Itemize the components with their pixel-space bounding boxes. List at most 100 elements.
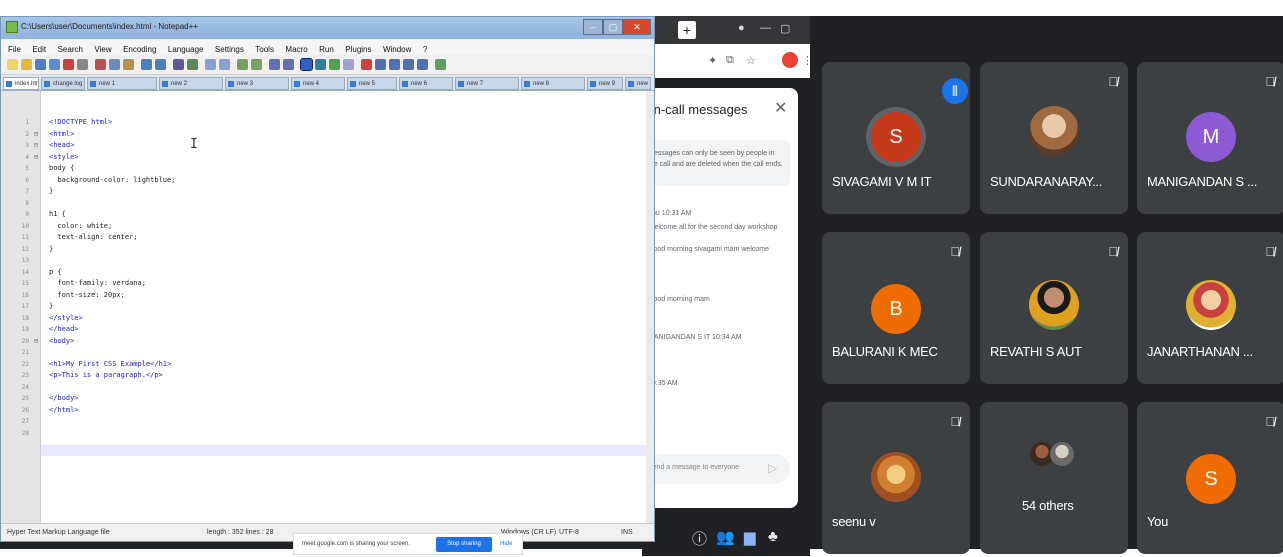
maximize-button[interactable]: ▢ [603,19,623,35]
tab-file[interactable]: new 3 [225,77,289,90]
indent-guide-icon[interactable] [283,59,294,70]
print-icon[interactable] [77,59,88,70]
line-number: 20 [21,337,29,345]
participant-name: 54 others [1022,498,1074,513]
function-list-icon[interactable] [329,59,340,70]
vertical-scrollbar[interactable] [646,91,654,523]
zoom-in-icon[interactable] [205,59,216,70]
chat-message: Welcome all for the second day workshop [648,224,778,231]
new-file-icon[interactable] [7,59,18,70]
cut-icon[interactable] [95,59,106,70]
minimize-icon[interactable]: — [760,22,771,34]
replace-icon[interactable] [187,59,198,70]
participant-name: SIVAGAMI V M IT [832,174,932,189]
minimize-button[interactable]: – [583,19,603,35]
key-icon[interactable]: ✦ [708,54,717,67]
line-number: 8 [25,199,29,207]
chat-icon[interactable]: ▆ [744,528,756,546]
participant-tile[interactable]: 🎙̸ S You [1137,402,1283,554]
participant-tile[interactable]: 🎙̸ SUNDARANARAY... [980,62,1128,214]
status-encoding: UTF-8 [559,529,579,536]
sync-scroll-icon[interactable] [237,59,248,70]
record-macro-icon[interactable] [361,59,372,70]
tab-file[interactable]: new 10 [625,77,651,90]
menu-bar: File Edit Search View Encoding Language … [1,39,654,55]
zoom-out-icon[interactable] [219,59,230,70]
hide-button[interactable]: Hide [500,541,512,547]
activities-icon[interactable]: ♣ [768,528,778,545]
open-folder-icon[interactable] [21,59,32,70]
code-line: body { [49,164,75,172]
save-all-icon[interactable] [49,59,60,70]
tab-file[interactable]: change.log [41,77,85,90]
code-line: color: white; [49,221,113,230]
participant-tile[interactable]: 🎙̸ B BALURANI K MEC [822,232,970,384]
close-button[interactable]: ✕ [623,19,651,35]
mic-off-icon: 🎙̸ [1108,244,1118,259]
redo-icon[interactable] [155,59,166,70]
tab-file[interactable]: new 9 [587,77,623,90]
fold-marker-icon[interactable]: ⊟ [34,130,38,138]
profile-avatar-icon[interactable] [782,52,798,68]
show-all-icon[interactable] [269,59,280,70]
new-tab-icon[interactable]: + [678,21,696,39]
folder-workspace-icon[interactable] [343,59,354,70]
mic-off-icon: 🎙̸ [950,244,960,259]
maximize-icon[interactable]: ▢ [780,22,790,35]
participant-tile[interactable]: 🎙̸ REVATHI S AUT [980,232,1128,384]
tab-file[interactable]: new 8 [521,77,585,90]
star-icon[interactable]: ☆ [746,54,756,67]
close-icon[interactable]: ✕ [774,98,787,118]
participant-tile[interactable]: 🎙̸ JANARTHANAN ... [1137,232,1283,384]
line-number: 4 [25,153,29,161]
line-number: 7 [25,188,29,195]
share-icon[interactable]: ⧉ [726,54,734,67]
tab-file[interactable]: new 5 [347,77,397,90]
doc-map-icon[interactable] [315,59,326,70]
code-line: </html> [49,405,79,414]
tab-file[interactable]: new 4 [291,77,345,90]
stop-sharing-button[interactable]: Stop sharing [436,537,492,552]
code-editor[interactable]: 1 2 ⊟ 3 ⊟ 4 ⊟ 5 6 7 8 9 10 11 12 13 14 15 16 17 18 19 20 ⊟ 21 22 2… [1,91,646,523]
find-icon[interactable] [173,59,184,70]
participant-tile[interactable]: 54 others [980,402,1128,554]
play-macro-icon[interactable] [389,59,400,70]
save-macro-icon[interactable] [417,59,428,70]
avatar [1050,442,1074,466]
udl-icon[interactable] [300,58,313,71]
participant-tile[interactable]: 🎙̸ seenu v [822,402,970,554]
fold-marker-icon[interactable]: ⊟ [34,337,38,345]
chat-panel: In-call messages ✕ Messages can only be … [642,88,798,508]
browser-profile-icon[interactable]: ● [738,22,745,34]
window-title: C:\Users\user\Documents\index.html - Not… [21,22,198,31]
undo-icon[interactable] [141,59,152,70]
run-icon[interactable] [435,59,446,70]
fold-marker-icon[interactable]: ⊟ [34,153,38,161]
toolbar [1,55,654,75]
run-macro-icon[interactable] [403,59,414,70]
participant-tile[interactable]: 🎙̸ M MANIGANDAN S ... [1137,62,1283,214]
close-file-icon[interactable] [63,59,74,70]
send-icon[interactable]: ▷ [768,461,777,475]
participant-name: SUNDARANARAY... [990,174,1103,189]
fold-marker-icon[interactable]: ⊟ [34,141,38,149]
code-line: <head> [49,141,75,149]
tab-file[interactable]: new 6 [399,77,453,90]
mic-off-icon: 🎙̸ [1265,74,1275,89]
code-line: <p>This is a paragraph.</p> [49,371,163,379]
people-icon[interactable]: 👥 [716,528,735,546]
tab-file[interactable]: new 7 [455,77,519,90]
chat-input[interactable]: Send a message to everyone ▷ [642,454,790,484]
save-icon[interactable] [35,59,46,70]
paste-icon[interactable] [123,59,134,70]
tab-file[interactable]: new 1 [87,77,157,90]
tab-index-html[interactable]: index.html [3,77,39,90]
copy-icon[interactable] [109,59,120,70]
line-number: 6 [25,176,29,184]
avatar: S [1186,454,1236,504]
word-wrap-icon[interactable] [251,59,262,70]
info-icon[interactable]: ⓘ [692,528,707,549]
tab-file[interactable]: new 2 [159,77,223,90]
menu-icon[interactable]: ⋮ [802,54,813,67]
stop-macro-icon[interactable] [375,59,386,70]
